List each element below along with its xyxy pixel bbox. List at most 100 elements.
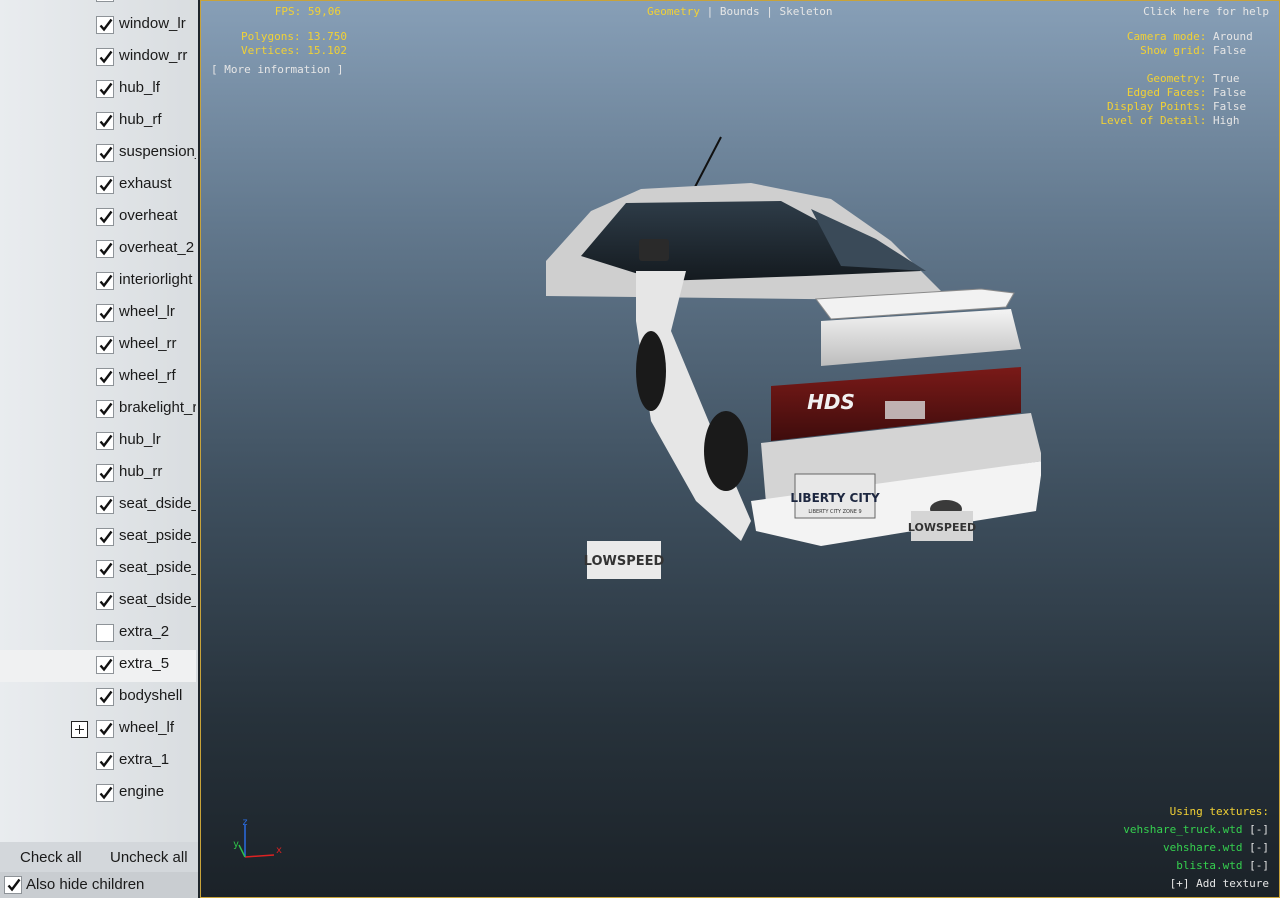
tree-item-label: hub_lr bbox=[119, 431, 161, 448]
setting-row[interactable]: Geometry: True bbox=[1081, 72, 1261, 86]
remove-texture-button[interactable]: [-] bbox=[1249, 859, 1269, 872]
setting-value[interactable]: False bbox=[1213, 86, 1261, 100]
checkmark-icon bbox=[99, 562, 113, 576]
tree-item-checkbox[interactable] bbox=[96, 400, 114, 418]
tree-item[interactable]: seat_dside_ bbox=[0, 490, 196, 522]
setting-row[interactable]: Camera mode: Around bbox=[1081, 30, 1261, 44]
tree-item-label: hub_rf bbox=[119, 111, 162, 128]
setting-value[interactable]: Around bbox=[1213, 30, 1261, 44]
checkmark-icon bbox=[99, 50, 113, 64]
texture-name: vehshare_truck.wtd bbox=[1123, 823, 1243, 836]
tree-item[interactable]: wheel_lr bbox=[0, 298, 196, 330]
tree-item-label: extra_2 bbox=[119, 623, 170, 640]
tree-item-checkbox[interactable] bbox=[96, 272, 114, 290]
rear-badge-text: HDS bbox=[807, 390, 855, 414]
tree-item-label: seat_dside_ bbox=[119, 591, 196, 608]
setting-value[interactable]: High bbox=[1213, 114, 1261, 128]
tree-item[interactable]: seat_dside_ bbox=[0, 586, 196, 618]
tree-item[interactable]: seat_pside_ bbox=[0, 522, 196, 554]
tree-item[interactable]: hub_rr bbox=[0, 458, 196, 490]
also-hide-children-option[interactable]: Also hide children bbox=[0, 872, 198, 898]
remove-texture-button[interactable]: [-] bbox=[1249, 823, 1269, 836]
mesh-tree-list[interactable]: window_lr window_rr hub_lf hub_rf suspension… bbox=[0, 0, 196, 842]
setting-row[interactable]: Display Points: False bbox=[1081, 100, 1261, 114]
tree-item[interactable]: window_rr bbox=[0, 42, 196, 74]
tree-item-checkbox[interactable] bbox=[96, 368, 114, 386]
tree-item-checkbox[interactable] bbox=[96, 496, 114, 514]
tree-item-checkbox[interactable] bbox=[96, 16, 114, 34]
tree-item[interactable]: hub_lr bbox=[0, 426, 196, 458]
tree-item-label: wheel_lr bbox=[119, 303, 175, 320]
svg-text:z: z bbox=[242, 817, 248, 828]
tree-item-label: exhaust bbox=[119, 175, 172, 192]
tree-item-checkbox[interactable] bbox=[96, 560, 114, 578]
tab-skeleton[interactable]: Skeleton bbox=[779, 5, 832, 18]
tree-item[interactable]: seat_pside_ bbox=[0, 554, 196, 586]
tree-item-checkbox[interactable] bbox=[96, 720, 114, 738]
tree-item[interactable]: hub_lf bbox=[0, 74, 196, 106]
setting-label: Level of Detail: bbox=[1100, 114, 1207, 127]
tree-item[interactable]: hub_rf bbox=[0, 106, 196, 138]
expand-plus-icon[interactable] bbox=[71, 721, 88, 738]
add-texture-button[interactable]: [+] Add texture bbox=[1170, 877, 1269, 891]
tree-item-partial[interactable] bbox=[0, 0, 196, 10]
tree-item-checkbox[interactable] bbox=[96, 144, 114, 162]
tree-item-checkbox[interactable] bbox=[96, 784, 114, 802]
setting-value[interactable]: False bbox=[1213, 100, 1261, 114]
uncheck-all-button[interactable]: Uncheck all bbox=[110, 849, 188, 866]
tree-item-checkbox[interactable] bbox=[96, 336, 114, 354]
tree-item[interactable]: wheel_rr bbox=[0, 330, 196, 362]
more-information-link[interactable]: [ More information ] bbox=[211, 63, 343, 77]
tab-bounds[interactable]: Bounds bbox=[720, 5, 760, 18]
tree-item[interactable]: extra_1 bbox=[0, 746, 196, 778]
tree-item-label: wheel_rr bbox=[119, 335, 177, 352]
tree-item-checkbox[interactable] bbox=[96, 208, 114, 226]
tree-item[interactable]: bodyshell bbox=[0, 682, 196, 714]
setting-row[interactable]: Level of Detail: High bbox=[1081, 114, 1261, 128]
tree-item-checkbox[interactable] bbox=[96, 656, 114, 674]
tree-item[interactable]: interiorlight bbox=[0, 266, 196, 298]
tree-item[interactable]: extra_5 bbox=[0, 650, 196, 682]
3d-viewport[interactable]: FPS: 59,06 Polygons: 13.750 Vertices: 15… bbox=[200, 0, 1280, 898]
tree-item-checkbox[interactable] bbox=[96, 464, 114, 482]
check-all-button[interactable]: Check all bbox=[20, 849, 82, 866]
setting-label: Edged Faces: bbox=[1126, 86, 1207, 99]
tree-item[interactable]: window_lr bbox=[0, 10, 196, 42]
tree-item-checkbox[interactable] bbox=[96, 80, 114, 98]
setting-value[interactable]: True bbox=[1213, 72, 1261, 86]
tree-item-checkbox[interactable] bbox=[96, 752, 114, 770]
tree-item[interactable]: suspension_ bbox=[0, 138, 196, 170]
setting-value[interactable]: False bbox=[1213, 44, 1261, 58]
setting-row[interactable]: Edged Faces: False bbox=[1081, 86, 1261, 100]
tree-item[interactable]: engine bbox=[0, 778, 196, 810]
tree-item-checkbox[interactable] bbox=[96, 432, 114, 450]
checkmark-icon bbox=[99, 338, 113, 352]
tree-item[interactable]: overheat_2 bbox=[0, 234, 196, 266]
tree-item-checkbox[interactable] bbox=[96, 112, 114, 130]
license-plate-text: LIBERTY CITY bbox=[790, 491, 880, 505]
tree-item-checkbox[interactable] bbox=[96, 0, 114, 2]
tree-item-checkbox[interactable] bbox=[96, 528, 114, 546]
help-link[interactable]: Click here for help bbox=[1143, 5, 1269, 19]
tree-item-checkbox[interactable] bbox=[96, 688, 114, 706]
car-model[interactable]: LIBERTY CITY LIBERTY CITY ZONE 9 HDS LOW… bbox=[421, 121, 1041, 591]
tree-item[interactable]: wheel_lf bbox=[0, 714, 196, 746]
texture-item: vehshare_truck.wtd [-] bbox=[1123, 823, 1269, 837]
tree-item-checkbox[interactable] bbox=[96, 48, 114, 66]
tree-item[interactable]: overheat bbox=[0, 202, 196, 234]
tree-item-checkbox[interactable] bbox=[96, 304, 114, 322]
tree-item[interactable]: extra_2 bbox=[0, 618, 196, 650]
vertices-readout: Vertices: 15.102 bbox=[241, 44, 347, 57]
setting-row[interactable]: Show grid: False bbox=[1081, 44, 1261, 58]
tree-item[interactable]: wheel_rf bbox=[0, 362, 196, 394]
tree-item-checkbox[interactable] bbox=[96, 592, 114, 610]
also-hide-children-checkbox[interactable] bbox=[4, 876, 22, 894]
tree-item-label: overheat_2 bbox=[119, 239, 195, 256]
tree-item-checkbox[interactable] bbox=[96, 176, 114, 194]
tree-item-checkbox[interactable] bbox=[96, 624, 114, 642]
remove-texture-button[interactable]: [-] bbox=[1249, 841, 1269, 854]
tree-item[interactable]: exhaust bbox=[0, 170, 196, 202]
tree-item-checkbox[interactable] bbox=[96, 240, 114, 258]
tab-geometry[interactable]: Geometry bbox=[647, 5, 700, 18]
tree-item[interactable]: brakelight_r bbox=[0, 394, 196, 426]
